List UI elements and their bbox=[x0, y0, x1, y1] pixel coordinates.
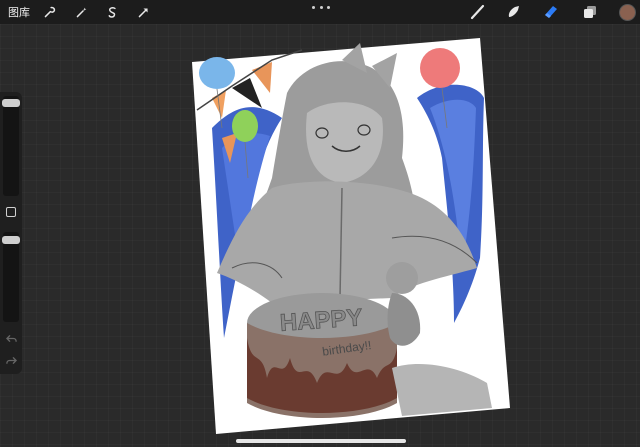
red-balloon bbox=[420, 48, 460, 88]
transform-arrow-icon bbox=[138, 7, 148, 17]
smudge-tool-button[interactable] bbox=[504, 3, 524, 21]
color-picker-button[interactable] bbox=[619, 4, 636, 21]
redo-icon bbox=[5, 356, 17, 364]
undo-button[interactable] bbox=[5, 332, 17, 344]
modify-button[interactable] bbox=[6, 207, 16, 217]
brush-size-slider[interactable] bbox=[2, 96, 20, 196]
dot-icon bbox=[327, 5, 330, 9]
gallery-button[interactable]: 图库 bbox=[8, 4, 30, 20]
wrench-icon bbox=[44, 6, 55, 17]
actions-button[interactable] bbox=[40, 3, 58, 21]
more-options-button[interactable] bbox=[312, 2, 330, 12]
artwork-canvas[interactable]: HAPPY birthday!! bbox=[192, 38, 510, 434]
brush-size-thumb[interactable] bbox=[2, 99, 20, 107]
dot-icon bbox=[319, 5, 323, 9]
opacity-slider[interactable] bbox=[2, 232, 20, 322]
blue-balloon bbox=[199, 57, 235, 89]
selection-button[interactable] bbox=[103, 3, 121, 21]
chibi-head bbox=[386, 262, 418, 294]
brush-tool-button[interactable] bbox=[468, 3, 488, 21]
redo-button[interactable] bbox=[5, 354, 17, 366]
dot-icon bbox=[312, 5, 315, 9]
adjustments-button[interactable] bbox=[72, 3, 90, 21]
cake-text-happy: HAPPY bbox=[279, 304, 363, 337]
selection-icon bbox=[108, 6, 116, 18]
eraser-tool-button[interactable] bbox=[541, 3, 561, 21]
layers-button[interactable] bbox=[580, 3, 600, 21]
eraser-icon bbox=[545, 6, 557, 18]
smudge-icon bbox=[508, 6, 519, 17]
undo-icon bbox=[5, 334, 17, 342]
home-indicator[interactable] bbox=[236, 439, 406, 443]
opacity-thumb[interactable] bbox=[2, 236, 20, 244]
brush-icon bbox=[470, 4, 485, 20]
transform-button[interactable] bbox=[134, 3, 152, 21]
layers-icon bbox=[584, 6, 596, 18]
top-toolbar: 图库 bbox=[0, 0, 640, 24]
magic-wand-icon bbox=[76, 7, 86, 17]
green-balloon bbox=[232, 110, 258, 142]
left-sidebar bbox=[0, 92, 22, 374]
